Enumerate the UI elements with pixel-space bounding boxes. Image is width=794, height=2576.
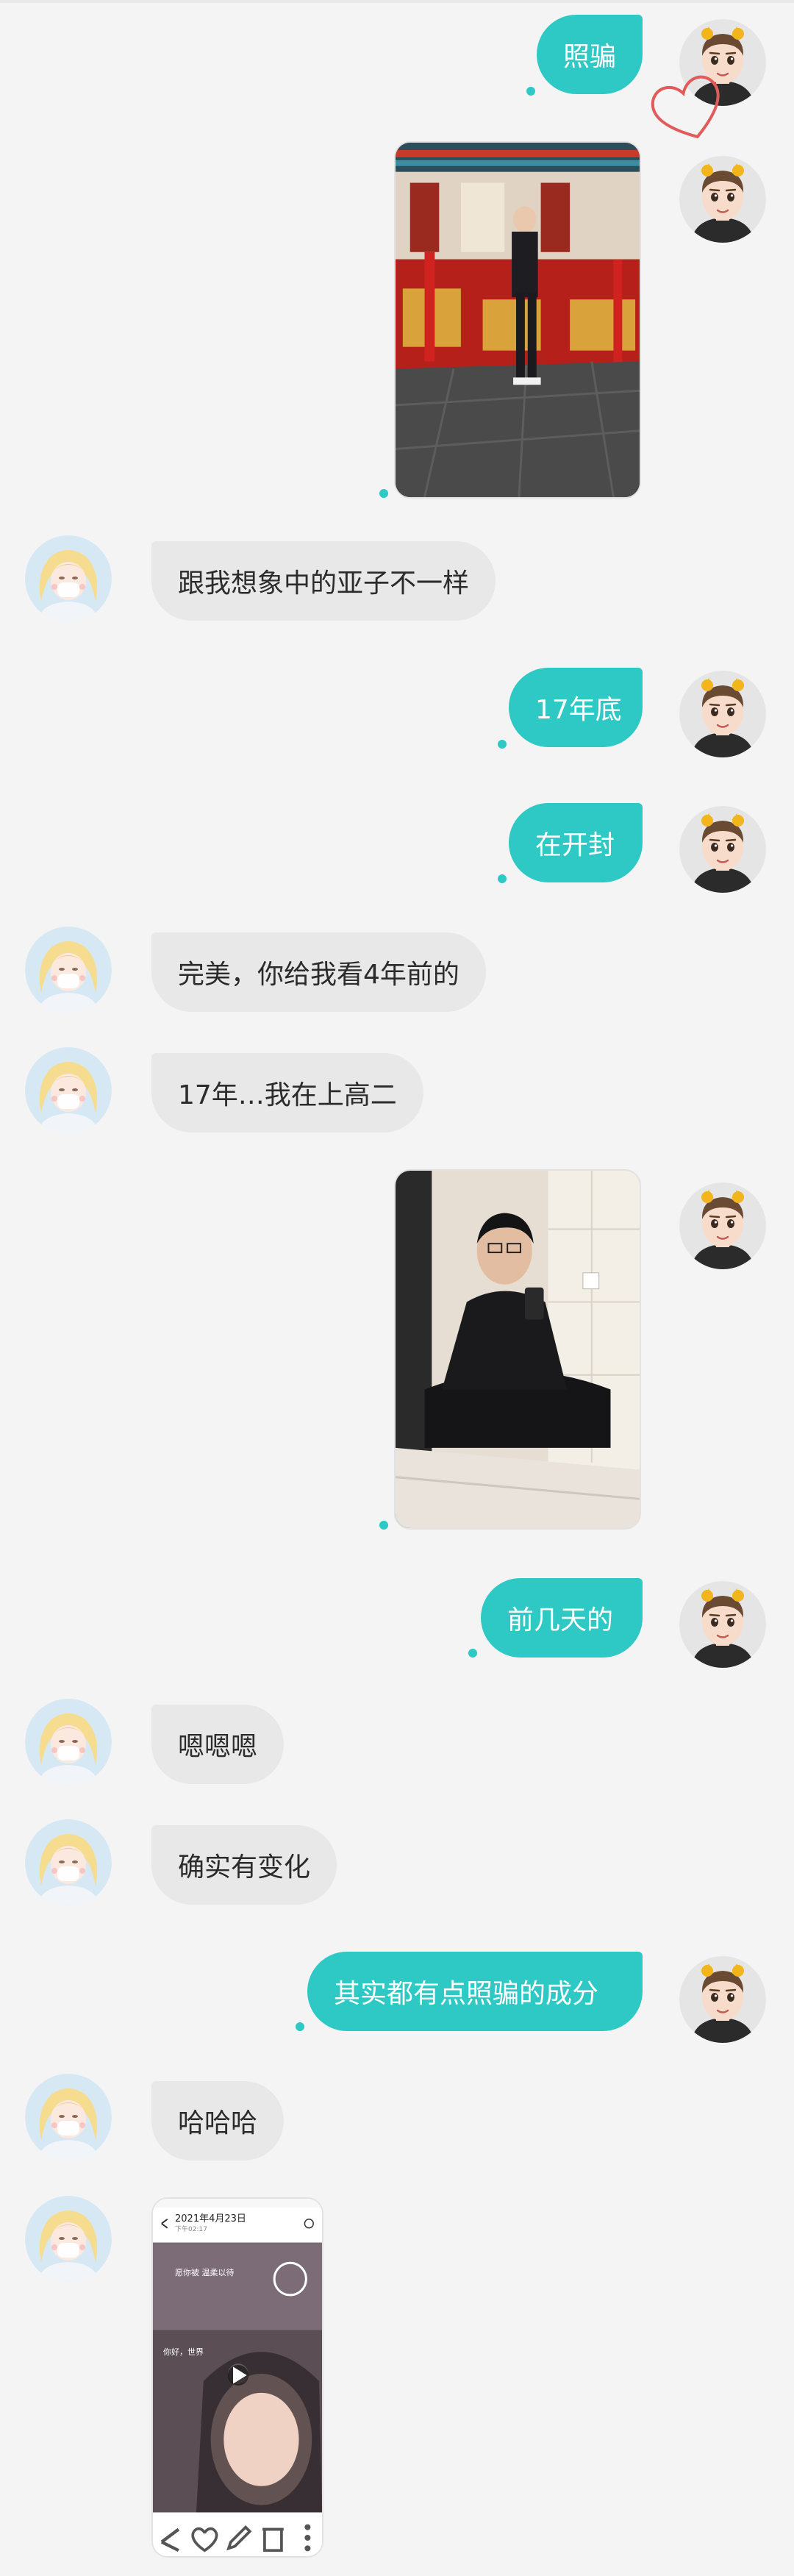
heart-outline-icon[interactable]: [644, 68, 732, 149]
message-text: 17年底: [535, 695, 622, 725]
message-text: 在开封: [535, 830, 615, 860]
sent-indicator-dot: [296, 2022, 304, 2031]
message-text: 哈哈哈: [178, 2108, 258, 2138]
message-bubble-received[interactable]: 嗯嗯嗯: [151, 1705, 285, 1784]
message-text: 嗯嗯嗯: [178, 1732, 258, 1762]
sent-indicator-dot: [498, 740, 507, 749]
screenshot-date: 2021年4月23日: [175, 2213, 246, 2224]
sent-indicator-dot: [379, 489, 388, 498]
delete-icon: [262, 2527, 285, 2552]
friend-avatar-icon[interactable]: [25, 1047, 112, 1134]
sent-indicator-dot: [526, 87, 535, 96]
my-avatar-icon[interactable]: [679, 156, 766, 243]
edit-icon: [226, 2525, 252, 2551]
message-bubble-sent[interactable]: 照骗: [537, 15, 643, 94]
screenshot-caption: 愿你被 温柔以待: [175, 2268, 235, 2277]
message-text: 照骗: [563, 42, 617, 72]
top-divider: [0, 0, 794, 3]
share-icon: [160, 2527, 180, 2552]
my-avatar-icon[interactable]: [679, 806, 766, 893]
my-avatar-icon[interactable]: [679, 671, 766, 757]
my-avatar-icon[interactable]: [679, 1956, 766, 2043]
my-avatar-icon[interactable]: [679, 1581, 766, 1668]
friend-avatar-icon[interactable]: [25, 2196, 112, 2283]
photo-temple-corridor[interactable]: [394, 141, 641, 499]
screenshot-toolbar: [153, 2521, 322, 2555]
message-bubble-sent[interactable]: 在开封: [509, 803, 643, 882]
my-avatar-icon[interactable]: [679, 1182, 766, 1269]
message-bubble-received[interactable]: 跟我想象中的亚子不一样: [151, 541, 496, 621]
friend-avatar-icon[interactable]: [25, 2074, 112, 2161]
message-text: 确实有变化: [178, 1852, 311, 1883]
sent-indicator-dot: [498, 874, 507, 883]
phone-screenshot[interactable]: 2021年4月23日 下午02:17 愿你被 温柔以待 你好，世界: [151, 2197, 323, 2558]
message-text: 跟我想象中的亚子不一样: [178, 568, 470, 599]
friend-avatar-icon[interactable]: [25, 927, 112, 1013]
message-bubble-received[interactable]: 哈哈哈: [151, 2081, 285, 2161]
friend-avatar-icon[interactable]: [25, 1699, 112, 1785]
message-bubble-sent[interactable]: 前几天的: [481, 1578, 643, 1658]
message-text: 17年…我在上高二: [178, 1080, 397, 1110]
screenshot-subtitle: 下午02:17: [175, 2226, 207, 2233]
message-bubble-received[interactable]: 确实有变化: [151, 1825, 337, 1905]
photo-mirror-selfie[interactable]: [394, 1169, 641, 1530]
message-text: 前几天的: [507, 1605, 614, 1635]
friend-avatar-icon[interactable]: [25, 535, 112, 622]
message-bubble-received[interactable]: 17年…我在上高二: [151, 1053, 423, 1132]
message-bubble-sent[interactable]: 17年底: [509, 668, 643, 747]
friend-avatar-icon[interactable]: [25, 1819, 112, 1906]
message-bubble-sent[interactable]: 其实都有点照骗的成分: [307, 1952, 643, 2031]
message-text: 完美，你给我看4年前的: [178, 960, 459, 990]
sent-indicator-dot: [468, 1649, 477, 1658]
screenshot-caption: 你好，世界: [163, 2347, 204, 2357]
more-icon: [304, 2524, 311, 2552]
message-bubble-received[interactable]: 完美，你给我看4年前的: [151, 932, 486, 1012]
message-text: 其实都有点照骗的成分: [334, 1979, 599, 2009]
play-icon[interactable]: [228, 2365, 248, 2386]
sent-indicator-dot: [379, 1521, 388, 1530]
heart-icon: [191, 2527, 218, 2552]
